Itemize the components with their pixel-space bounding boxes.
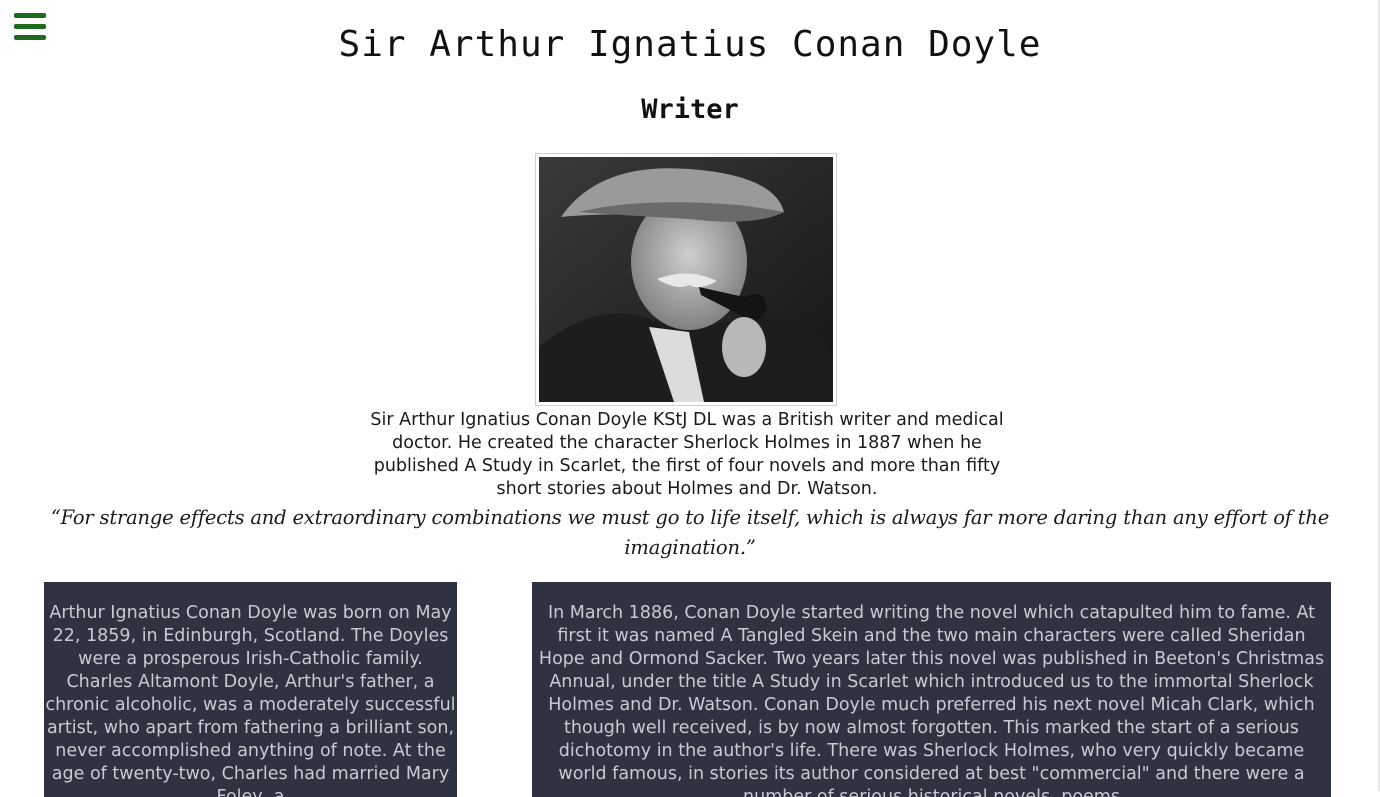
author-portrait bbox=[535, 153, 837, 406]
early-life-panel: Arthur Ignatius Conan Doyle was born on … bbox=[44, 582, 457, 797]
author-quote: “For strange effects and extraordinary c… bbox=[50, 506, 1330, 559]
bio-summary: Sir Arthur Ignatius Conan Doyle KStJ DL … bbox=[370, 410, 1004, 499]
menu-bar-top bbox=[14, 13, 46, 18]
page-subtitle: Writer bbox=[641, 94, 739, 125]
page-title: Sir Arthur Ignatius Conan Doyle bbox=[338, 24, 1042, 65]
portrait-image bbox=[539, 157, 833, 402]
career-panel: In March 1886, Conan Doyle started writi… bbox=[532, 582, 1331, 797]
